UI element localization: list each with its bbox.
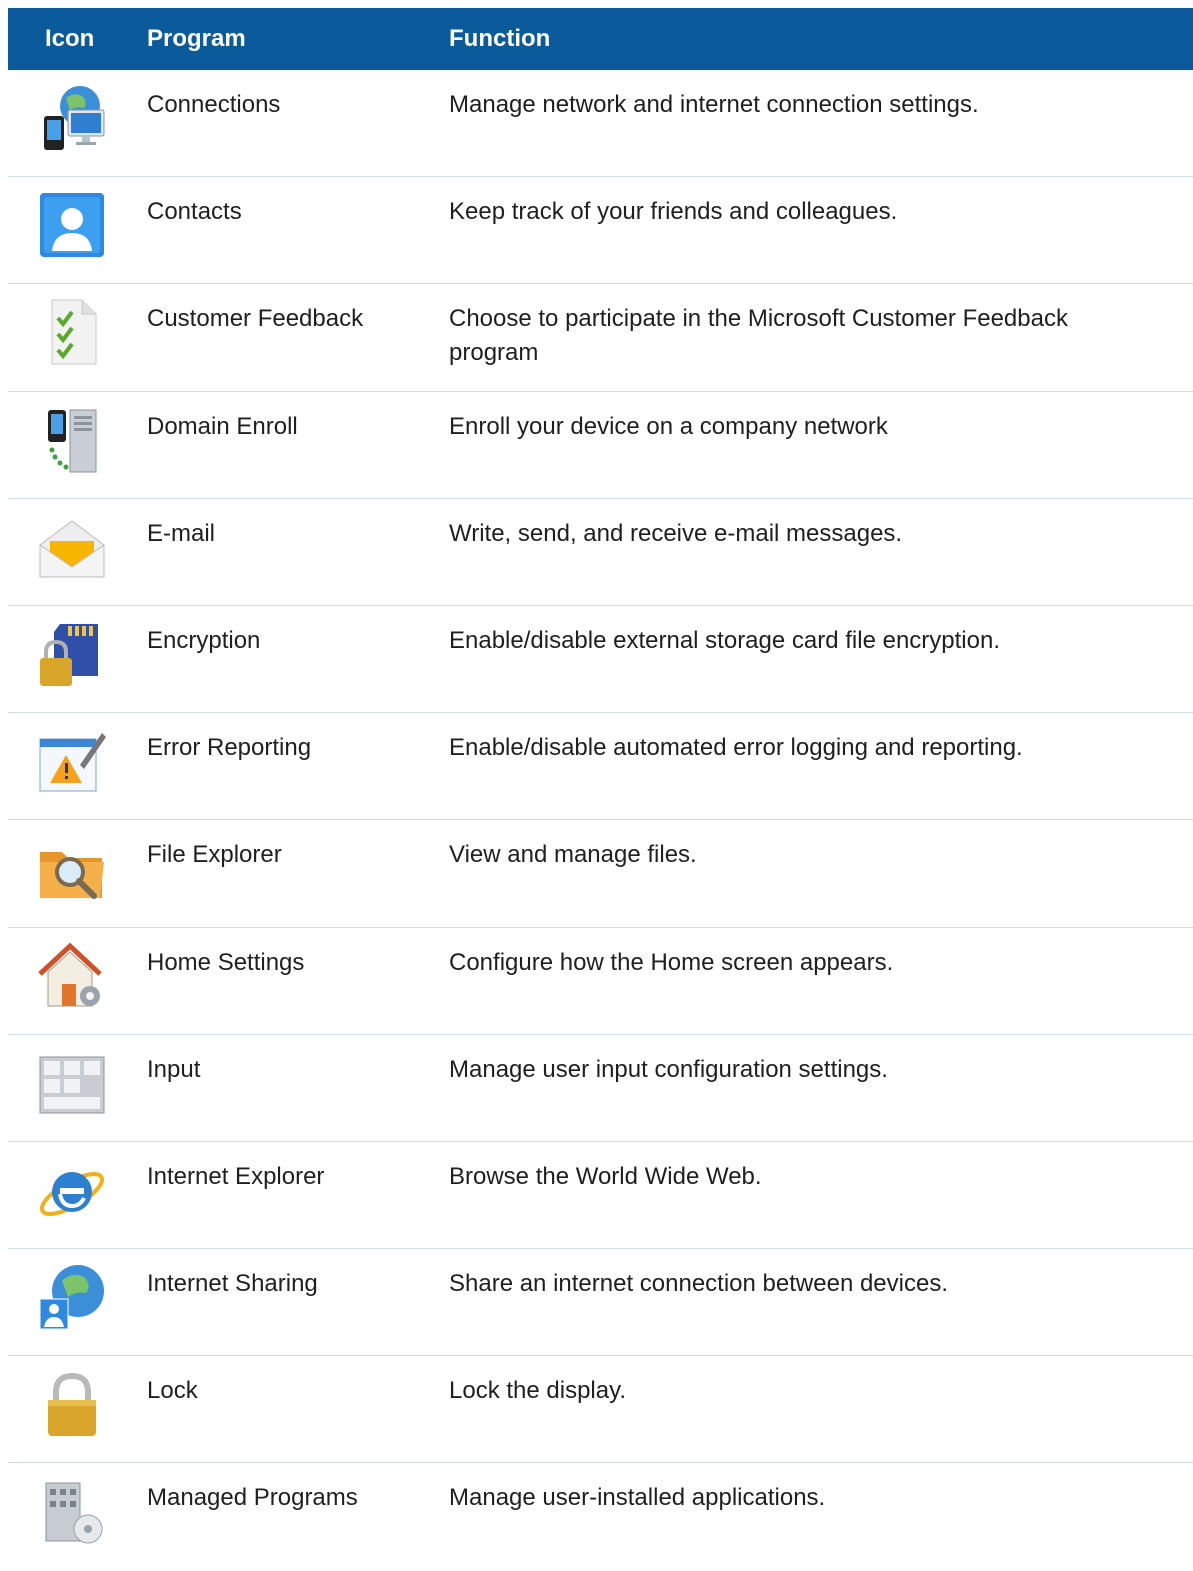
program-name: Internet Sharing <box>147 1270 318 1298</box>
program-name: File Explorer <box>147 841 282 869</box>
contacts-icon <box>40 193 104 258</box>
table-row: Internet Explorer Browse the World Wide … <box>8 1142 1193 1250</box>
table-row: E-mail Write, send, and receive e-mail m… <box>8 499 1193 606</box>
table-row: Connections Manage network and internet … <box>8 70 1193 178</box>
table-row: Home Settings Configure how the Home scr… <box>8 928 1193 1035</box>
program-function: View and manage files. <box>449 841 697 869</box>
program-name: Input <box>147 1055 201 1083</box>
managed-programs-icon <box>45 1482 103 1544</box>
program-name: Customer Feedback <box>147 305 364 333</box>
email-icon <box>39 520 105 578</box>
encryption-icon <box>40 623 98 686</box>
program-function: Enroll your device on a company network <box>449 412 888 440</box>
program-function: Configure how the Home screen appears. <box>449 948 894 976</box>
program-name: Home Settings <box>147 948 305 976</box>
table-row: Lock Lock the display. <box>8 1356 1193 1464</box>
program-function: Choose to participate in the Microsoft C… <box>449 305 1068 367</box>
table-row: File Explorer View and manage files. <box>8 820 1193 928</box>
program-function: Manage user-installed applications. <box>449 1484 826 1512</box>
table-row: Internet Sharing Share an internet conne… <box>8 1249 1193 1357</box>
header-function-column: Function <box>449 25 551 52</box>
program-name: Managed Programs <box>147 1484 358 1512</box>
program-name: Connections <box>147 91 281 118</box>
table-row: Customer Feedback Choose to participate … <box>8 284 1193 392</box>
table-row: Contacts Keep track of your friends and … <box>8 177 1193 285</box>
table-row: Encryption Enable/disable external stora… <box>8 606 1193 714</box>
program-function: Browse the World Wide Web. <box>449 1162 762 1190</box>
table-row: Input Manage user input configuration se… <box>8 1035 1193 1142</box>
table-body: Connections Manage network and internet … <box>8 70 1193 1571</box>
header-icon-column: Icon <box>45 25 95 52</box>
program-name: Domain Enroll <box>147 412 298 440</box>
connections-icon <box>44 86 105 150</box>
program-function: Enable/disable external storage card fil… <box>449 626 1000 654</box>
customer-feedback-icon <box>51 299 97 365</box>
lock-icon <box>48 1373 96 1437</box>
table-header: Icon Program Function <box>8 8 1193 70</box>
internet-explorer-icon <box>39 1171 105 1216</box>
program-function: Write, send, and receive e-mail messages… <box>449 519 903 547</box>
table-row: Managed Programs Manage user-installed a… <box>8 1463 1193 1570</box>
program-function: Lock the display. <box>449 1377 626 1405</box>
programs-table: Icon Program Function Connections Manage… <box>8 8 1193 1571</box>
header-program-column: Program <box>147 25 246 52</box>
program-name: Error Reporting <box>147 734 312 762</box>
program-function: Share an internet connection between dev… <box>449 1270 948 1298</box>
program-name: Lock <box>147 1377 198 1405</box>
program-name: Contacts <box>147 198 242 226</box>
program-function: Enable/disable automated error logging a… <box>449 734 1023 762</box>
file-explorer-icon <box>40 852 104 900</box>
error-reporting-icon <box>39 733 106 792</box>
program-name: Encryption <box>147 626 261 654</box>
program-name: E-mail <box>147 519 216 547</box>
program-function: Manage user input configuration settings… <box>449 1055 888 1083</box>
home-settings-icon <box>38 942 102 1006</box>
domain-enroll-icon <box>48 409 97 473</box>
table-row: Domain Enroll Enroll your device on a co… <box>8 392 1193 499</box>
program-function: Keep track of your friends and colleague… <box>449 198 898 226</box>
program-function: Manage network and internet connection s… <box>449 91 979 118</box>
input-icon <box>39 1056 105 1114</box>
table-row: Error Reporting Enable/disable automated… <box>8 713 1193 821</box>
program-name: Internet Explorer <box>147 1162 325 1190</box>
internet-sharing-icon <box>39 1265 104 1330</box>
